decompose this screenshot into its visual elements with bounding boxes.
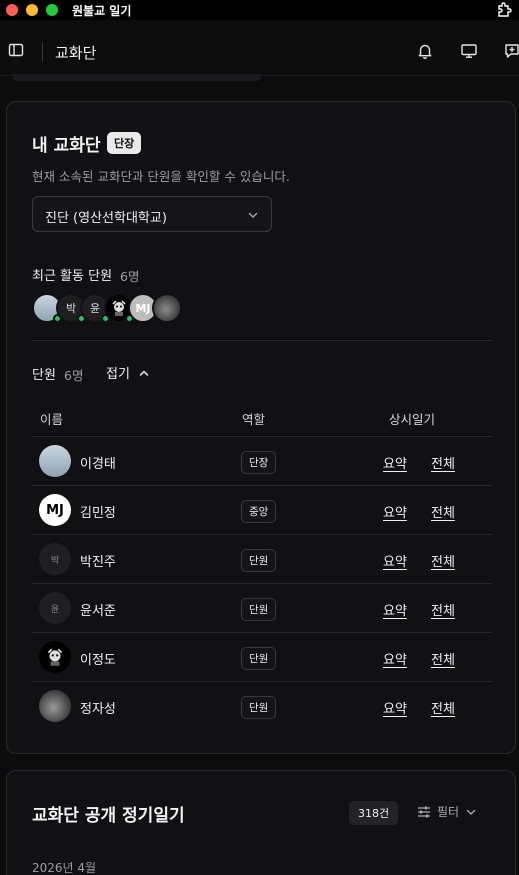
filter-label: 필터 (437, 805, 460, 819)
avatar (39, 641, 71, 673)
chevron-up-icon (139, 369, 149, 376)
table-row: 윤 윤서준 단원 요약 전체 (32, 584, 492, 633)
chevron-down-icon (466, 809, 476, 815)
table-row: 박 박진주 단원 요약 전체 (32, 535, 492, 584)
header-divider (42, 43, 43, 61)
public-diary-title: 교화단 공개 정기일기 (32, 806, 185, 826)
member-name: 이정도 (80, 653, 116, 668)
month-heading: 2026년 4월 (32, 861, 97, 875)
window-title: 원불교 일기 (72, 3, 132, 18)
sidebar-toggle-icon[interactable] (8, 42, 24, 58)
full-diary-link[interactable]: 전체 (431, 453, 455, 472)
full-diary-link[interactable]: 전체 (431, 551, 455, 570)
window-controls (6, 4, 58, 16)
recent-activity-count: 6명 (120, 269, 140, 284)
zoom-window-button[interactable] (46, 4, 58, 16)
monitor-icon[interactable] (460, 42, 478, 60)
avatar-initial: MJ (135, 301, 151, 315)
member-role-badge: 단원 (241, 549, 277, 572)
avatar: 박 (39, 543, 71, 575)
avatar-initial: MJ (46, 502, 64, 518)
table-row: 이경태 단장 요약 전체 (32, 437, 492, 486)
members-label: 단원 (32, 368, 56, 383)
member-name: 김민정 (80, 506, 116, 521)
full-diary-link[interactable]: 전체 (431, 649, 455, 668)
member-name: 이경태 (80, 457, 116, 472)
my-group-title: 내 교화단 (32, 136, 101, 156)
column-name: 이름 (40, 412, 64, 427)
minimize-window-button[interactable] (26, 4, 38, 16)
member-role-badge: 단원 (241, 647, 277, 670)
character-avatar-icon (47, 648, 63, 666)
avatar-initial: 박 (50, 555, 60, 566)
close-window-button[interactable] (6, 4, 18, 16)
summary-link[interactable]: 요약 (383, 698, 407, 717)
previous-section-edge (12, 74, 262, 81)
page-title: 교화단 (55, 44, 97, 62)
member-name: 윤서준 (80, 604, 116, 619)
group-select[interactable]: 진단 (영산선학대학교) (32, 196, 272, 232)
diary-count-badge: 318건 (349, 801, 399, 825)
filter-button[interactable]: 필터 (417, 803, 477, 820)
member-role-badge: 중앙 (241, 500, 277, 523)
summary-link[interactable]: 요약 (383, 600, 407, 619)
full-diary-link[interactable]: 전체 (431, 502, 455, 521)
avatar (39, 445, 71, 477)
column-role: 역할 (242, 412, 266, 427)
my-group-card: 내 교화단 단장 현재 소속된 교화단과 단원을 확인할 수 있습니다. 진단 … (6, 101, 516, 754)
table-row: MJ 김민정 중앙 요약 전체 (32, 486, 492, 535)
member-role-badge: 단원 (241, 696, 277, 719)
member-name: 정자성 (80, 702, 116, 717)
summary-link[interactable]: 요약 (383, 502, 407, 521)
app-header: 교화단 (0, 20, 519, 76)
role-badge: 단장 (107, 132, 142, 154)
avatar: MJ (39, 494, 71, 526)
column-diary: 상시일기 (389, 412, 436, 427)
table-row: 정자성 단원 요약 전체 (32, 682, 492, 731)
full-diary-link[interactable]: 전체 (431, 698, 455, 717)
avatar (39, 690, 71, 722)
members-count: 6명 (64, 368, 84, 383)
avatar[interactable] (152, 293, 182, 323)
sliders-icon (418, 806, 430, 817)
window-titlebar: 원불교 일기 (0, 0, 519, 20)
chevron-down-icon (248, 212, 258, 218)
table-row: 이정도 단원 요약 전체 (32, 633, 492, 682)
avatar-initial: 윤 (50, 604, 60, 615)
collapse-button[interactable]: 접기 (106, 363, 150, 382)
full-diary-link[interactable]: 전체 (431, 600, 455, 619)
summary-link[interactable]: 요약 (383, 453, 407, 472)
table-header: 이름 역할 상시일기 (32, 401, 492, 437)
member-name: 박진주 (80, 555, 116, 570)
collapse-label: 접기 (106, 367, 130, 382)
summary-link[interactable]: 요약 (383, 649, 407, 668)
bell-icon[interactable] (416, 42, 434, 60)
member-role-badge: 단장 (241, 451, 277, 474)
divider (32, 340, 492, 341)
avatar: 윤 (39, 592, 71, 624)
new-message-icon[interactable] (504, 42, 519, 60)
group-select-value: 진단 (영산선학대학교) (45, 211, 167, 226)
summary-link[interactable]: 요약 (383, 551, 407, 570)
avatar-initial: 윤 (89, 302, 101, 315)
member-role-badge: 단원 (241, 598, 277, 621)
extensions-icon[interactable] (496, 1, 514, 19)
recent-activity-label: 최근 활동 단원 (32, 269, 113, 284)
my-group-subtitle: 현재 소속된 교화단과 단원을 확인할 수 있습니다. (32, 169, 290, 184)
members-table: 이름 역할 상시일기 이경태 단장 요약 전체 MJ 김민정 중앙 요약 전체 … (32, 401, 492, 731)
public-diary-card: 교화단 공개 정기일기 318건 필터 2026년 4월 (6, 770, 516, 875)
avatar-initial: 박 (65, 302, 77, 315)
